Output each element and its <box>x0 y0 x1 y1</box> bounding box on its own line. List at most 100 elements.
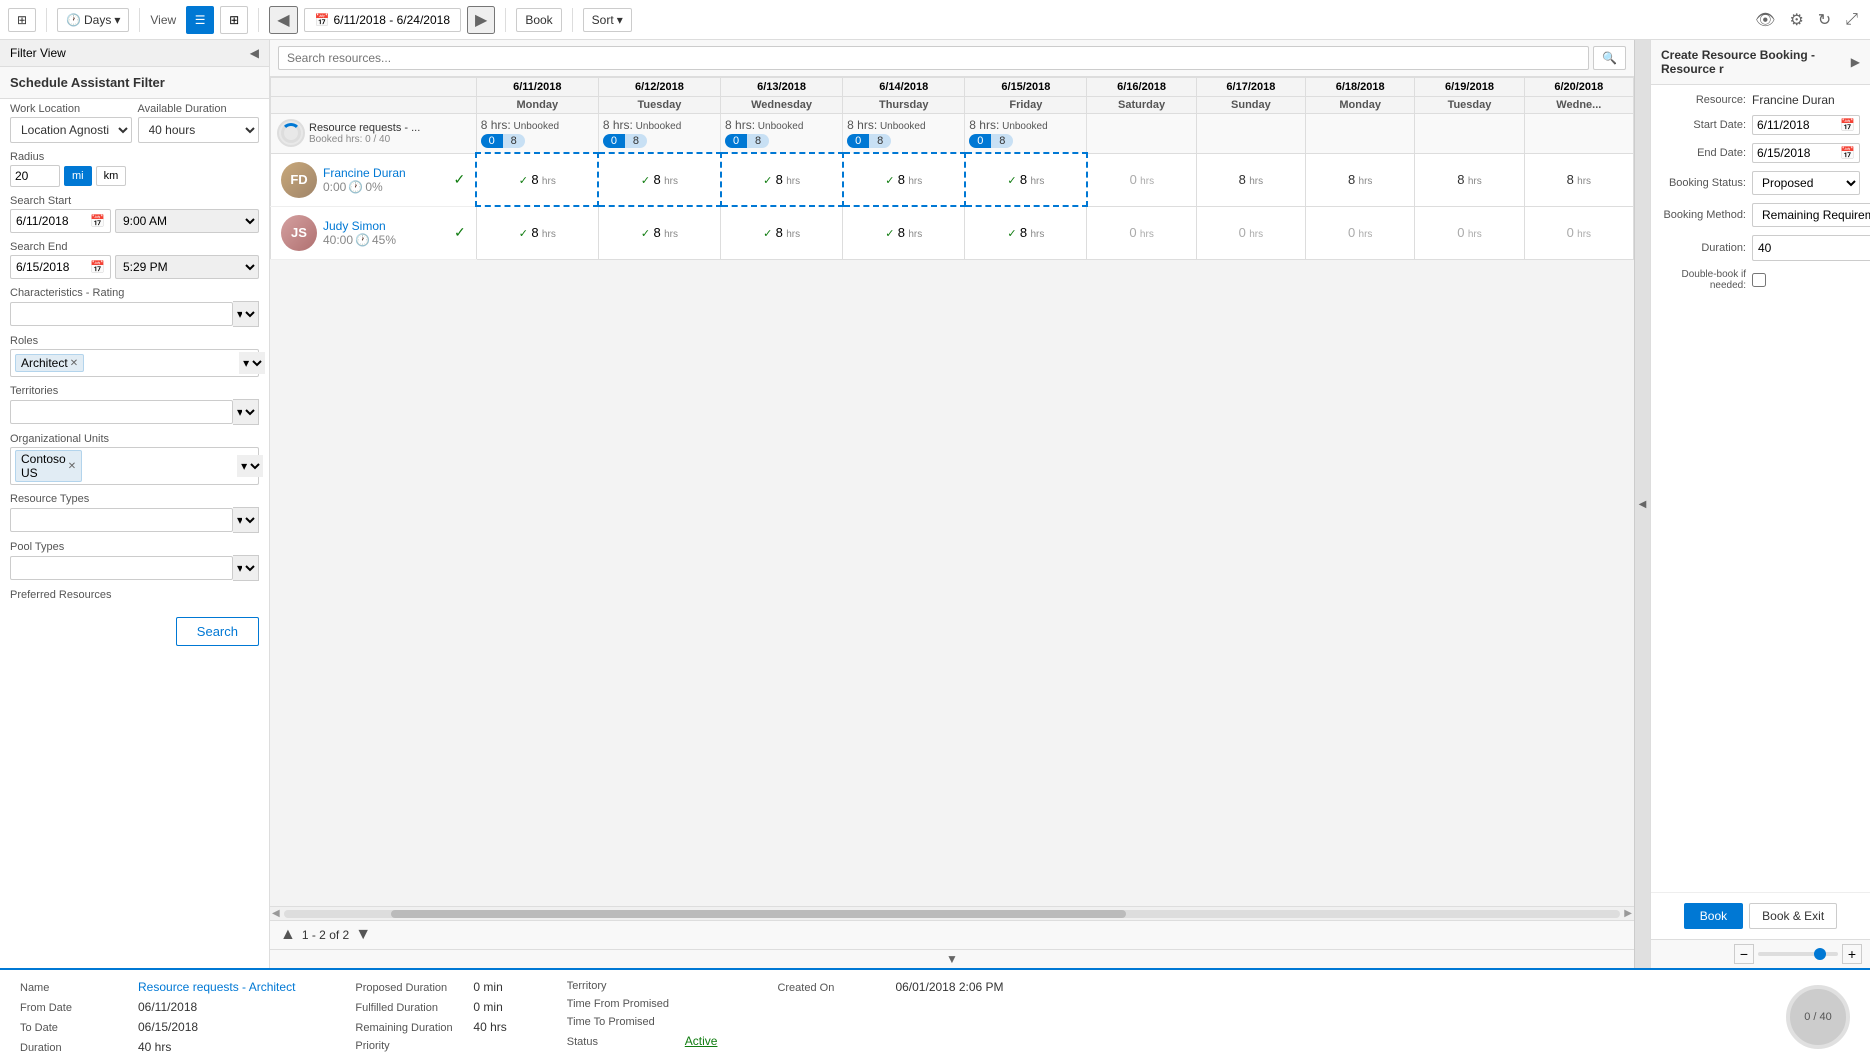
info-time-to-label: Time To Promised <box>567 1016 677 1028</box>
search-start-date-input[interactable]: 📅 <box>10 209 111 233</box>
roles-tag-remove-btn[interactable]: ✕ <box>70 358 78 369</box>
francine-mon[interactable]: ✓ 8 hrs <box>476 153 598 206</box>
settings-grid-btn[interactable]: ⊞ <box>8 8 36 32</box>
booking-status-select[interactable]: Proposed <box>1752 171 1860 195</box>
info-to-date-value: 06/15/2018 <box>138 1020 198 1034</box>
francine-hrs-wed2: 8 <box>1567 172 1574 187</box>
sep1 <box>46 8 47 32</box>
info-to-date-label: To Date <box>20 1022 130 1034</box>
francine-tue[interactable]: ✓ 8 hrs <box>598 153 720 206</box>
double-book-checkbox[interactable] <box>1752 273 1766 287</box>
radius-km-btn[interactable]: km <box>96 166 127 186</box>
search-start-date-value[interactable] <box>16 214 86 228</box>
booking-expand-btn[interactable]: ▶ <box>1851 55 1860 69</box>
available-duration-select[interactable]: 40 hours <box>138 117 260 143</box>
bar-light-4: 8 <box>869 134 891 148</box>
filter-view-collapse-btn[interactable]: ◀ <box>250 46 259 60</box>
roles-input[interactable] <box>84 356 239 370</box>
judy-tue[interactable]: ✓ 8 hrs <box>598 206 720 259</box>
next-date-btn[interactable]: ▶ <box>467 6 495 34</box>
list-icon: ☰ <box>195 13 206 27</box>
grid-view-btn[interactable]: ⊞ <box>220 6 248 34</box>
resource-search-input[interactable] <box>278 46 1589 70</box>
territories-dropdown[interactable]: ▾ <box>233 399 259 425</box>
judy-hrs-wed: 8 <box>776 225 783 240</box>
org-units-dropdown[interactable]: ▾ <box>237 455 263 477</box>
judy-mon[interactable]: ✓ 8 hrs <box>476 206 598 259</box>
end-date-input-wrapper[interactable]: 6/15/2018 📅 <box>1752 143 1860 163</box>
pool-types-dropdown[interactable]: ▾ <box>233 555 259 581</box>
info-status-value[interactable]: Active <box>685 1034 718 1048</box>
eye-btn[interactable]: 👁 <box>1751 6 1779 34</box>
h-scrollbar-thumb[interactable] <box>391 910 1126 918</box>
search-end-date-value[interactable] <box>16 260 86 274</box>
date-range-btn[interactable]: 📅 6/11/2018 - 6/24/2018 <box>304 8 462 32</box>
org-tag-remove-btn[interactable]: ✕ <box>68 461 76 472</box>
org-tag-label: Contoso US <box>21 452 66 480</box>
book-exit-action-btn[interactable]: Book & Exit <box>1749 903 1837 929</box>
schedule-grid[interactable]: 6/11/2018 6/12/2018 6/13/2018 6/14/2018 … <box>270 77 1634 906</box>
zoom-out-btn[interactable]: − <box>1734 944 1754 964</box>
page-next-btn[interactable]: ▼ <box>355 926 371 944</box>
judy-hrs-thu: 8 <box>898 225 905 240</box>
resource-search-btn[interactable]: 🔍 <box>1593 46 1626 70</box>
pool-types-input[interactable] <box>10 556 233 580</box>
zoom-slider-track[interactable] <box>1758 952 1838 956</box>
settings-btn[interactable]: ⚙ <box>1785 6 1807 34</box>
judy-zero-sat: 0 <box>1129 225 1136 240</box>
h-scroll-area[interactable]: ◀ ▶ <box>270 906 1634 920</box>
work-location-select[interactable]: Location Agnostic <box>10 117 132 143</box>
radius-mi-btn[interactable]: mi <box>64 166 92 186</box>
h-scroll-left[interactable]: ◀ <box>272 908 280 919</box>
book-action-btn[interactable]: Book <box>1684 903 1743 929</box>
francine-unit-mon2: hrs <box>1359 176 1373 187</box>
francine-unit-tue2: hrs <box>1468 176 1482 187</box>
booking-duration-input[interactable] <box>1753 238 1870 258</box>
francine-wed[interactable]: ✓ 8 hrs <box>721 153 843 206</box>
characteristics-dropdown[interactable]: ▾ <box>233 301 259 327</box>
resource-types-field: Resource Types ▾ <box>0 489 269 537</box>
search-button[interactable]: Search <box>176 617 259 646</box>
judy-zero-sun: 0 <box>1239 225 1246 240</box>
francine-thu[interactable]: ✓ 8 hrs <box>843 153 965 206</box>
roles-dropdown[interactable]: ▾ <box>239 352 265 374</box>
list-view-btn[interactable]: ☰ <box>186 6 214 34</box>
start-date-input-wrapper[interactable]: 6/11/2018 📅 <box>1752 115 1860 135</box>
search-end-date-input[interactable]: 📅 <box>10 255 111 279</box>
start-date-calendar-icon: 📅 <box>1840 118 1855 132</box>
zoom-in-btn[interactable]: + <box>1842 944 1862 964</box>
info-time-from-row: Time From Promised <box>567 998 718 1010</box>
pool-types-field: Pool Types ▾ <box>0 537 269 585</box>
zoom-slider-thumb[interactable] <box>1814 948 1826 960</box>
info-group-territory: Territory Time From Promised Time To Pro… <box>567 980 718 1054</box>
prev-date-btn[interactable]: ◀ <box>269 6 297 34</box>
francine-fri[interactable]: ✓ 8 hrs <box>965 153 1087 206</box>
francine-unit-tue: hrs <box>664 176 678 187</box>
search-end-time-select[interactable]: 5:29 PM <box>115 255 259 279</box>
refresh-btn[interactable]: ↻ <box>1814 6 1835 34</box>
sort-btn[interactable]: Sort ▾ <box>583 8 632 32</box>
resource-types-input[interactable] <box>10 508 233 532</box>
judy-fri[interactable]: ✓ 8 hrs <box>965 206 1087 259</box>
collapse-bottom-btn[interactable]: ▼ <box>946 952 958 966</box>
judy-thu[interactable]: ✓ 8 hrs <box>843 206 965 259</box>
days-toggle-btn[interactable]: 🕐 Days ▾ <box>57 8 129 32</box>
page-prev-btn[interactable]: ▲ <box>280 926 296 944</box>
req-unbooked-label-4: 8 hrs: Unbooked <box>847 118 960 132</box>
search-start-time-select[interactable]: 9:00 AM <box>115 209 259 233</box>
right-collapse-handle[interactable]: ◀ <box>1634 40 1650 968</box>
book-btn[interactable]: Book <box>516 8 561 32</box>
expand-btn[interactable]: ⤢ <box>1841 7 1862 33</box>
info-name-link[interactable]: Resource requests - Architect <box>138 980 295 994</box>
h-scrollbar-track[interactable] <box>284 910 1621 918</box>
h-scroll-right[interactable]: ▶ <box>1624 908 1632 919</box>
org-units-input[interactable] <box>82 459 237 473</box>
booking-method-select[interactable]: Remaining Requirement <box>1752 203 1870 227</box>
territories-input[interactable] <box>10 400 233 424</box>
characteristics-input[interactable] <box>10 302 233 326</box>
resource-types-dropdown[interactable]: ▾ <box>233 507 259 533</box>
judy-wed[interactable]: ✓ 8 hrs <box>721 206 843 259</box>
judy-details: Judy Simon 40:00 🕐 45% <box>323 219 396 247</box>
francine-info: FD Francine Duran 0:00 🕐 0% <box>275 158 471 202</box>
radius-input[interactable] <box>10 165 60 187</box>
